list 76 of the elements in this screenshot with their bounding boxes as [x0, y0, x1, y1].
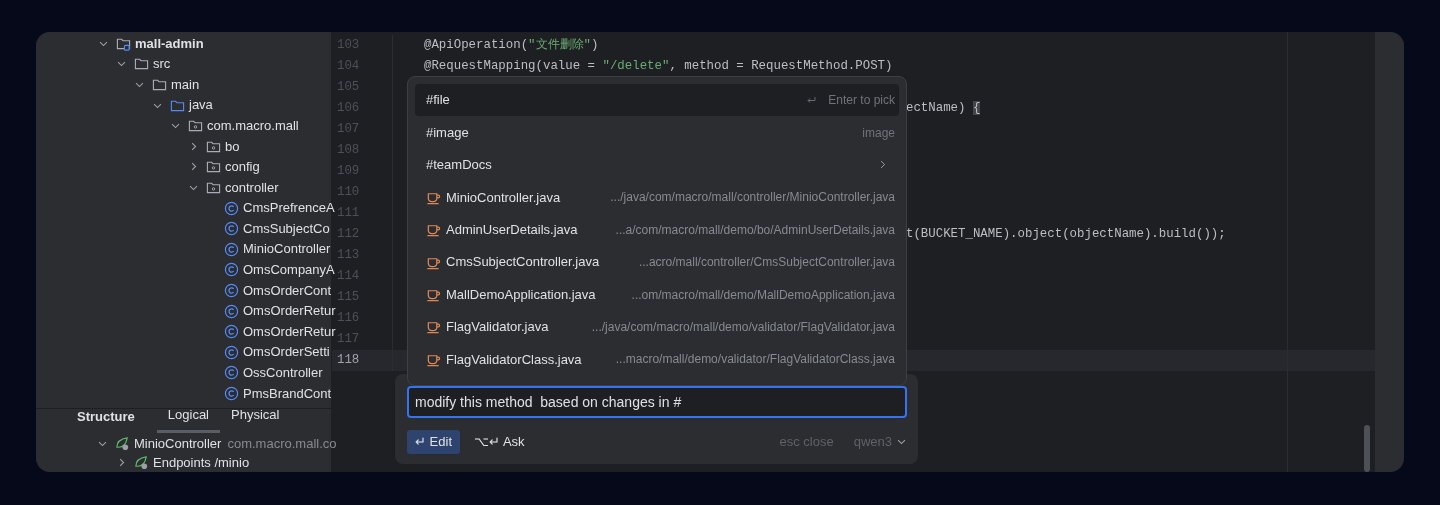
- tree-item-label[interactable]: com.macro.mall: [207, 115, 299, 136]
- package-icon: [188, 118, 203, 134]
- file-path: ...acro/mall/controller/CmsSubjectController.java: [638, 254, 895, 272]
- leaf-icon: [134, 455, 149, 470]
- class-icon: [224, 324, 239, 340]
- close-hint: esc close: [779, 433, 834, 451]
- panel-title: Structure: [77, 407, 135, 426]
- code-line: ectName) {: [906, 100, 981, 118]
- completion-item[interactable]: #teamDocs: [415, 148, 899, 182]
- java-file-icon: [426, 287, 441, 303]
- item-hint: image: [862, 124, 895, 142]
- class-icon: [224, 344, 239, 360]
- tree-item-label[interactable]: OmsOrderCont: [243, 280, 332, 301]
- tree-item-label[interactable]: MinioController: [134, 433, 222, 454]
- class-icon: [224, 303, 239, 319]
- tree-item-label[interactable]: java: [189, 95, 213, 115]
- package-name: com.macro.mall.co: [227, 434, 337, 453]
- file-path: .../java/com/macro/mall/demo/validator/FlagValidator.java: [591, 318, 895, 336]
- item-label: MinioController.java: [446, 188, 561, 207]
- tree-item-label[interactable]: mall-admin: [135, 33, 204, 54]
- code-line: @ApiOperation("文件删除"): [423, 37, 599, 55]
- leaf-icon: [115, 436, 130, 451]
- item-label: AdminUserDetails.java: [446, 221, 578, 239]
- item-label: #teamDocs: [426, 156, 492, 175]
- tree-item-label[interactable]: Endpoints /minio: [153, 452, 250, 472]
- item-label: #image: [426, 123, 469, 142]
- class-icon: [224, 385, 239, 401]
- mode-button[interactable]: ↵ Edit: [407, 430, 460, 454]
- item-label: FlagValidatorClass.java: [446, 350, 582, 369]
- prompt-input[interactable]: modify this method based on changes in #: [407, 386, 907, 418]
- class-icon: [224, 282, 239, 298]
- code-line: @RequestMapping(value = "/delete", method = RequestMethod.POST): [423, 58, 893, 76]
- item-hint: Enter to pick: [828, 92, 895, 110]
- class-icon: [224, 200, 239, 216]
- completion-item[interactable]: #image image: [415, 116, 899, 149]
- completion-item[interactable]: AdminUserDetails.java ...a/com/macro/mall/demo/bo/AdminUserDetails.java: [415, 213, 899, 246]
- file-path: .../java/com/macro/mall/controller/MinioController.java: [610, 189, 895, 207]
- tree-item-label[interactable]: config: [225, 157, 260, 177]
- tree-item-label[interactable]: main: [171, 74, 200, 95]
- code-line: t(BUCKET_NAME).object(objectName).build());: [906, 226, 1226, 244]
- view-tab[interactable]: Physical: [220, 404, 291, 433]
- tree-item-label[interactable]: OssController: [243, 363, 323, 383]
- completion-item[interactable]: #file Enter to pick: [415, 84, 899, 117]
- completion-item[interactable]: FlagValidator.java .../java/com/macro/mall/demo/validator/FlagValidator.java: [415, 310, 899, 344]
- file-path: ...om/macro/mall/demo/MallDemoApplication.java: [631, 286, 895, 304]
- completion-item[interactable]: CmsSubjectController.java ...acro/mall/controller/CmsSubjectController.java: [415, 245, 899, 279]
- java-file-icon: [426, 319, 441, 335]
- package-icon: [206, 159, 221, 175]
- tree-item-label[interactable]: PmsBrandCont: [243, 383, 332, 404]
- class-icon: [224, 365, 239, 381]
- class-icon: [224, 221, 239, 237]
- completion-item[interactable]: MinioController.java .../java/com/macro/mall/controller/MinioController.java: [415, 181, 899, 214]
- item-label: #file: [426, 91, 450, 110]
- class-icon: [224, 241, 239, 257]
- completion-item[interactable]: MallDemoApplication.java ...om/macro/mall/demo/MallDemoApplication.java: [415, 278, 899, 311]
- folder-icon: [152, 77, 167, 92]
- class-icon: [224, 262, 239, 278]
- tree-item-label[interactable]: CmsSubjectCo: [243, 218, 330, 239]
- tree-item-label[interactable]: MinioController: [243, 239, 331, 259]
- view-tab[interactable]: Logical: [156, 404, 220, 433]
- item-label: CmsSubjectController.java: [446, 253, 600, 272]
- return-key-icon: [806, 94, 818, 106]
- scrollbar-thumb[interactable]: [1364, 425, 1370, 472]
- item-label: MallDemoApplication.java: [446, 285, 596, 304]
- folder-icon: [134, 56, 149, 72]
- tree-item-label[interactable]: OmsOrderSetti: [243, 342, 330, 362]
- file-path: ...macro/mall/demo/validator/FlagValidatorClass.java: [615, 351, 895, 369]
- line-number: 118: [332, 350, 393, 371]
- file-path: ...a/com/macro/mall/demo/bo/AdminUserDetails.java: [615, 221, 895, 239]
- tree-item-label[interactable]: controller: [225, 177, 279, 198]
- completion-item[interactable]: FlagValidatorClass.java ...macro/mall/demo/validator/FlagValidatorClass.java: [415, 343, 899, 376]
- item-label: FlagValidator.java: [446, 318, 549, 337]
- mode-button[interactable]: ⌥↵ Ask: [466, 430, 533, 454]
- tree-item-label[interactable]: src: [153, 54, 171, 74]
- tree-item-label[interactable]: bo: [225, 136, 240, 156]
- java-file-icon: [426, 222, 441, 238]
